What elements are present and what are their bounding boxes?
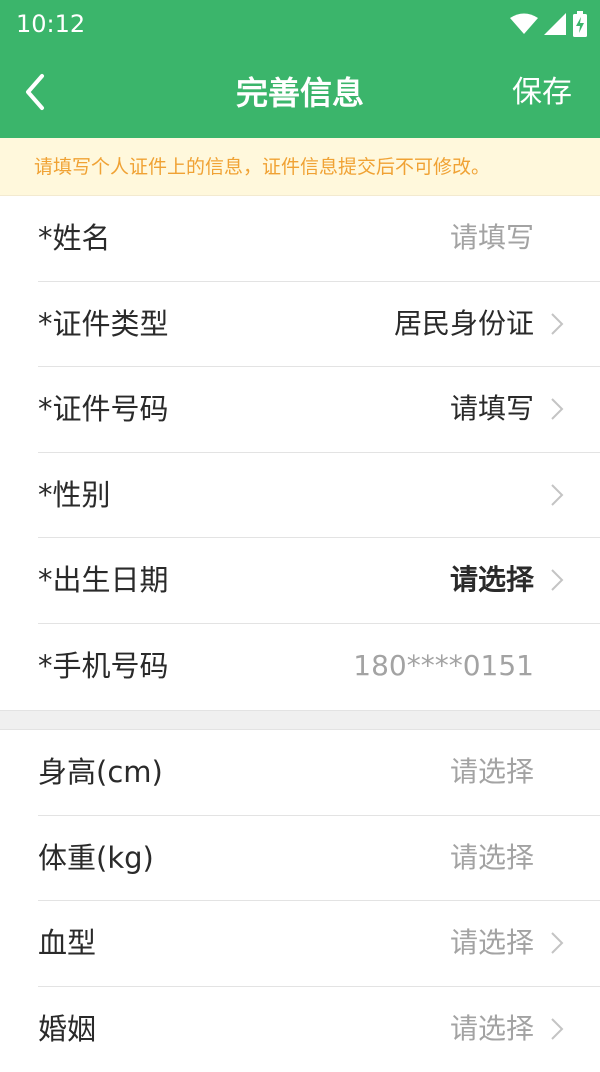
signal-icon (544, 13, 566, 35)
chevron-right-icon (546, 483, 566, 507)
field-label: *证件类型 (38, 282, 169, 366)
status-time: 10:12 (16, 8, 85, 40)
field-value[interactable]: 居民身份证 (394, 282, 534, 366)
chevron-right-icon (546, 312, 566, 336)
battery-icon (572, 11, 588, 37)
field-label: 体重(kg) (38, 816, 154, 900)
field-label: 血型 (38, 901, 96, 985)
chevron-right-icon (546, 931, 566, 955)
form-row-marital-status[interactable]: 婚姻 请选择 (0, 987, 600, 1072)
field-value[interactable]: 请选择 (450, 538, 534, 622)
field-value[interactable]: 请选择 (450, 816, 534, 900)
field-label: 身高(cm) (38, 730, 163, 814)
field-label: *出生日期 (38, 538, 169, 622)
field-value[interactable]: 180****0151 (353, 624, 534, 708)
page-title: 完善信息 (0, 72, 600, 114)
notice-banner: 请填写个人证件上的信息，证件信息提交后不可修改。 (0, 138, 600, 196)
form-row-birth-date[interactable]: *出生日期 请选择 (0, 538, 600, 624)
app-bar: 完善信息 保存 (0, 48, 600, 138)
status-bar: 10:12 (0, 0, 600, 48)
field-label: *证件号码 (38, 367, 169, 451)
form-row-weight[interactable]: 体重(kg) 请选择 (0, 816, 600, 902)
field-value[interactable]: 请填写 (450, 367, 534, 451)
field-label: 婚姻 (38, 987, 96, 1071)
wifi-icon (510, 13, 538, 35)
field-value[interactable]: 请选择 (450, 901, 534, 985)
field-label: *性别 (38, 453, 111, 537)
form-row-phone[interactable]: *手机号码 180****0151 (0, 624, 600, 710)
required-info-section: *姓名请填写*证件类型居民身份证*证件号码请填写*性别*出生日期请选择*手机号码… (0, 196, 600, 709)
status-icons (510, 10, 588, 38)
chevron-right-icon (546, 397, 566, 421)
save-button[interactable]: 保存 (512, 72, 572, 114)
form-row-gender[interactable]: *性别 (0, 453, 600, 539)
form-row-height[interactable]: 身高(cm) 请选择 (0, 730, 600, 816)
chevron-right-icon (546, 1017, 566, 1041)
field-value[interactable]: 请填写 (450, 196, 534, 280)
optional-info-section: 身高(cm)请选择体重(kg)请选择血型请选择婚姻请选择 (0, 730, 600, 1072)
field-value[interactable]: 请选择 (450, 987, 534, 1071)
field-label: *姓名 (38, 196, 111, 280)
chevron-right-icon (546, 568, 566, 592)
field-value[interactable]: 请选择 (450, 730, 534, 814)
form-row-id-number[interactable]: *证件号码 请填写 (0, 367, 600, 453)
section-divider (0, 710, 600, 730)
form-row-name[interactable]: *姓名 请填写 (0, 196, 600, 282)
field-label: *手机号码 (38, 624, 169, 708)
form-row-blood-type[interactable]: 血型 请选择 (0, 901, 600, 987)
form-row-id-type[interactable]: *证件类型 居民身份证 (0, 282, 600, 368)
